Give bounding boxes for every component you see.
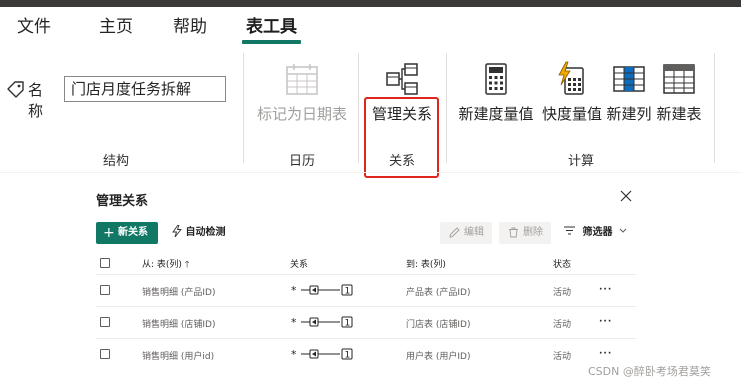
auto-detect-label: 自动检测 bbox=[185, 227, 226, 238]
row-checkbox[interactable] bbox=[100, 317, 110, 327]
lightning-icon bbox=[172, 224, 182, 238]
group-separator bbox=[714, 53, 715, 163]
menu-file[interactable]: 文件 bbox=[17, 7, 51, 47]
new-table-label: 新建表 bbox=[656, 105, 702, 123]
header-relationship: 关系 bbox=[290, 260, 309, 270]
relationship-line-icon: * 1 bbox=[291, 348, 353, 361]
mark-date-table-label: 标记为日期表 bbox=[256, 105, 347, 123]
cardinality-one: 1 bbox=[345, 287, 351, 297]
edit-label: 编辑 bbox=[464, 227, 484, 238]
new-table-icon bbox=[663, 64, 695, 94]
mark-date-table-button[interactable]: 标记为日期表 bbox=[252, 61, 352, 124]
close-icon[interactable] bbox=[618, 188, 634, 204]
ribbon-menu-bar: 文件 主页 帮助 表工具 bbox=[0, 7, 741, 47]
state-value: 活动 bbox=[553, 352, 572, 362]
dialog-title: 管理关系 bbox=[96, 194, 149, 209]
calculator-icon bbox=[485, 63, 507, 95]
to-column: 门店表 (店铺ID) bbox=[406, 320, 471, 330]
group-separator bbox=[358, 53, 359, 163]
cardinality-one: 1 bbox=[345, 351, 351, 361]
calendar-icon bbox=[286, 64, 318, 95]
delete-button[interactable]: 删除 bbox=[499, 222, 551, 244]
dialog-toolbar: + 新关系 自动检测 编辑 删除 筛选器 bbox=[96, 222, 636, 244]
new-relationship-button[interactable]: + 新关系 bbox=[96, 222, 158, 244]
to-column: 用户表 (用户ID) bbox=[406, 352, 471, 362]
chevron-down-icon bbox=[619, 228, 627, 233]
table-row[interactable]: 销售明细 (产品ID) * 1 产品表 (产品ID) 活动 ··· bbox=[96, 275, 636, 307]
cardinality-many: * bbox=[291, 316, 297, 329]
more-options-button[interactable]: ··· bbox=[599, 317, 612, 327]
delete-label: 删除 bbox=[523, 227, 543, 238]
new-table-button[interactable]: 新建表 bbox=[654, 61, 704, 124]
row-checkbox[interactable] bbox=[100, 285, 110, 295]
header-from[interactable]: 从: 表(列) 🡑 bbox=[142, 257, 189, 273]
auto-detect-button[interactable]: 自动检测 bbox=[172, 222, 225, 244]
manage-relationships-dialog: 管理关系 + 新关系 自动检测 编辑 删除 筛选器 从: 表(列) 🡑 关系 到… bbox=[88, 178, 648, 383]
filter-lines-icon bbox=[564, 226, 575, 235]
relationship-line-icon: * 1 bbox=[291, 316, 353, 329]
menu-home[interactable]: 主页 bbox=[99, 7, 133, 47]
cardinality-one: 1 bbox=[345, 319, 351, 329]
new-column-icon bbox=[613, 66, 645, 92]
pencil-icon bbox=[449, 227, 460, 238]
ribbon: 名称 结构 标记为日期表 日历 管理关系 关系 bbox=[0, 47, 741, 178]
table-row[interactable]: 销售明细 (店铺ID) * 1 门店表 (店铺ID) 活动 ··· bbox=[96, 307, 636, 339]
quick-calculator-icon bbox=[558, 61, 584, 95]
watermark: CSDN @醉卧考场君莫笑 bbox=[588, 365, 711, 378]
group-title-structure: 结构 bbox=[102, 154, 129, 169]
more-options-button[interactable]: ··· bbox=[599, 285, 612, 295]
new-column-button[interactable]: 新建列 bbox=[604, 61, 654, 124]
name-label: 名称 bbox=[28, 81, 44, 120]
new-measure-button[interactable]: 新建度量值 bbox=[456, 61, 536, 124]
tag-icon bbox=[7, 81, 24, 98]
sort-up-arrow-icon: 🡑 bbox=[184, 260, 190, 270]
quick-measure-button[interactable]: 快度量值 bbox=[540, 61, 604, 124]
table-header: 从: 表(列) 🡑 关系 到: 表(列) 状态 bbox=[96, 252, 636, 275]
table-row[interactable]: 销售明细 (用户id) * 1 用户表 (用户ID) 活动 ··· bbox=[96, 339, 636, 370]
more-options-button[interactable]: ··· bbox=[599, 349, 612, 359]
group-title-calculations: 计算 bbox=[567, 154, 594, 169]
quick-measure-label: 快度量值 bbox=[541, 105, 602, 123]
plus-icon: + bbox=[103, 225, 115, 241]
header-to: 到: 表(列) bbox=[406, 260, 446, 270]
new-column-label: 新建列 bbox=[606, 105, 652, 123]
new-relationship-label: 新关系 bbox=[118, 227, 148, 238]
group-title-relationships: 关系 bbox=[388, 154, 415, 169]
section-divider bbox=[0, 172, 741, 173]
group-separator bbox=[446, 53, 447, 163]
group-separator bbox=[243, 53, 244, 163]
relationships-icon bbox=[386, 63, 418, 95]
select-all-checkbox[interactable] bbox=[100, 258, 110, 268]
from-column: 销售明细 (用户id) bbox=[142, 352, 215, 362]
state-value: 活动 bbox=[553, 288, 572, 298]
relationships-table: 从: 表(列) 🡑 关系 到: 表(列) 状态 销售明细 (产品ID) * 1 … bbox=[96, 252, 636, 370]
menu-table-tools[interactable]: 表工具 bbox=[242, 7, 301, 47]
table-name-input[interactable] bbox=[64, 76, 226, 102]
title-bar-strip bbox=[0, 0, 741, 7]
group-title-calendar: 日历 bbox=[288, 154, 315, 169]
header-state: 状态 bbox=[553, 260, 572, 270]
from-column: 销售明细 (店铺ID) bbox=[142, 320, 216, 330]
row-checkbox[interactable] bbox=[100, 349, 110, 359]
cardinality-many: * bbox=[291, 348, 297, 361]
from-column: 销售明细 (产品ID) bbox=[142, 288, 216, 298]
relationship-line-icon: * 1 bbox=[291, 284, 353, 297]
filter-label: 筛选器 bbox=[582, 227, 613, 238]
cardinality-many: * bbox=[291, 284, 297, 297]
new-measure-label: 新建度量值 bbox=[458, 105, 534, 123]
filter-dropdown[interactable]: 筛选器 bbox=[564, 222, 627, 244]
trash-icon bbox=[509, 227, 518, 238]
state-value: 活动 bbox=[553, 320, 572, 330]
edit-button[interactable]: 编辑 bbox=[440, 222, 492, 244]
menu-help[interactable]: 帮助 bbox=[173, 7, 207, 47]
to-column: 产品表 (产品ID) bbox=[406, 288, 471, 298]
